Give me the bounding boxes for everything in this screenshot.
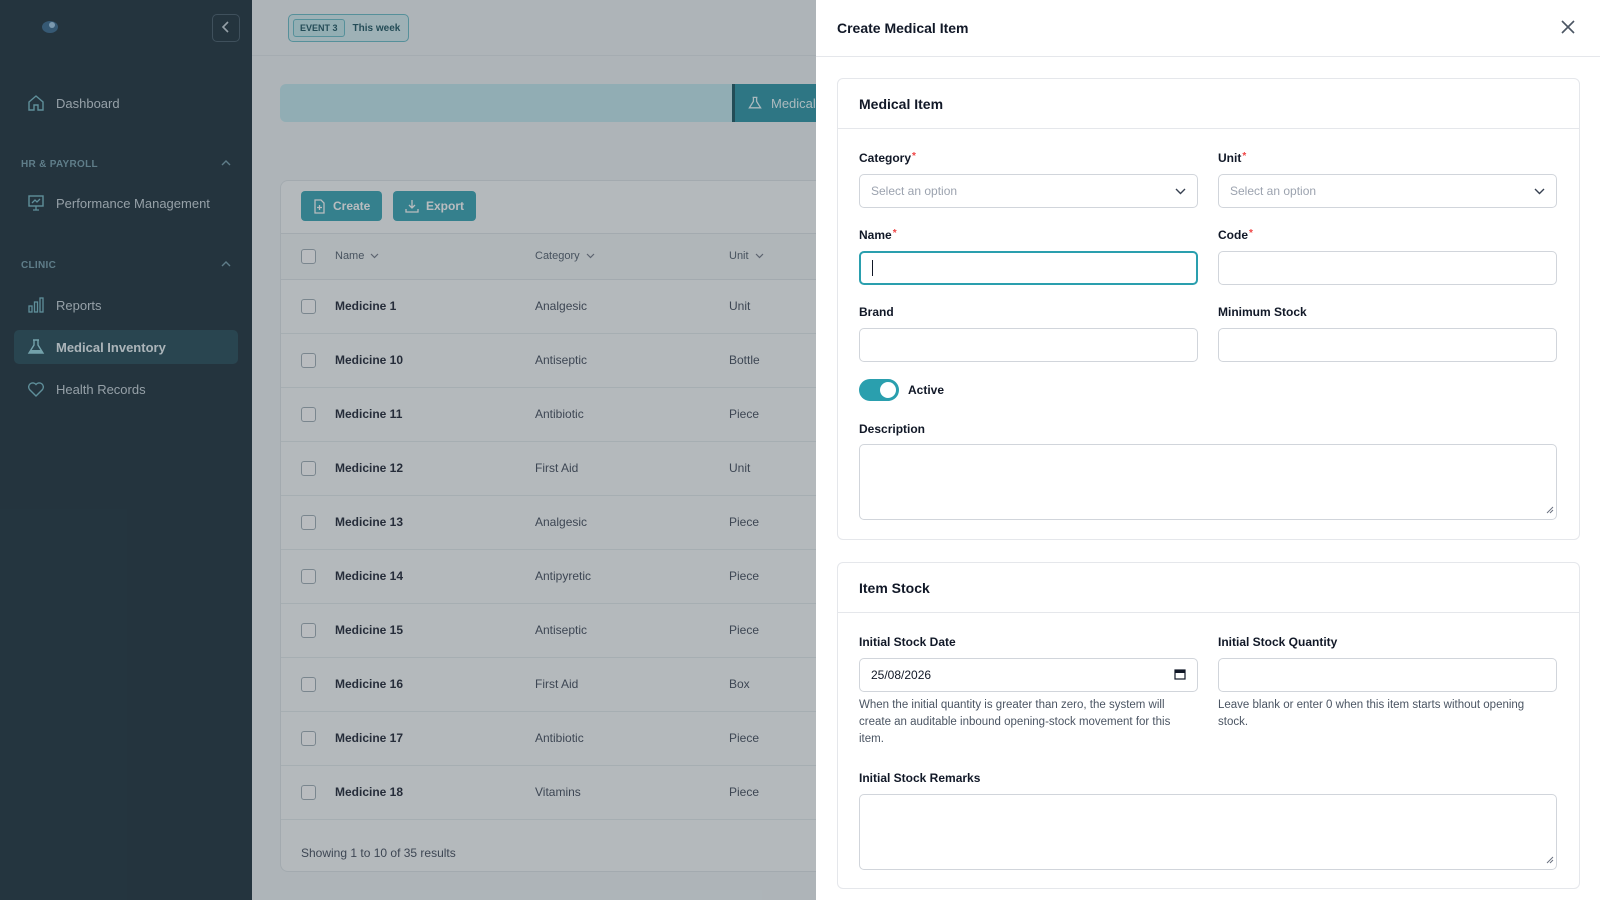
text-caret (872, 260, 873, 276)
date-value: 25/08/2026 (871, 668, 932, 682)
required-indicator: * (1242, 151, 1247, 162)
label-text: Name (859, 228, 892, 242)
initial-stock-remarks-label: Initial Stock Remarks (859, 771, 981, 785)
brand-input[interactable] (859, 328, 1198, 362)
unit-select[interactable]: Select an option (1218, 174, 1557, 208)
create-medical-item-drawer: Create Medical Item Medical Item Categor… (816, 0, 1600, 900)
name-label: Name* (859, 228, 897, 242)
description-textarea[interactable] (859, 444, 1557, 520)
minimum-stock-label: Minimum Stock (1218, 305, 1307, 319)
calendar-icon[interactable] (1174, 668, 1186, 683)
select-placeholder: Select an option (1230, 184, 1317, 198)
resize-handle-icon[interactable] (1546, 852, 1554, 867)
initial-stock-remarks-textarea[interactable] (859, 794, 1557, 870)
label-text: Unit (1218, 151, 1242, 165)
initial-stock-date-help: When the initial quantity is greater tha… (859, 699, 1171, 745)
medical-item-card: Medical Item Category* Select an option … (837, 78, 1580, 540)
chevron-down-icon (1534, 184, 1545, 198)
code-label: Code* (1218, 228, 1253, 242)
resize-handle-icon[interactable] (1546, 502, 1554, 517)
close-button[interactable] (1558, 18, 1578, 38)
initial-stock-quantity-label: Initial Stock Quantity (1218, 635, 1338, 649)
modal-backdrop[interactable] (0, 0, 816, 900)
drawer-title: Create Medical Item (837, 20, 969, 36)
section-title: Medical Item (838, 79, 1579, 129)
unit-label: Unit* (1218, 151, 1246, 165)
minimum-stock-input[interactable] (1218, 328, 1557, 362)
initial-stock-quantity-input[interactable] (1218, 658, 1557, 692)
section-title: Item Stock (838, 563, 1579, 613)
active-toggle[interactable] (859, 379, 899, 401)
close-icon (1561, 19, 1575, 37)
required-indicator: * (892, 228, 897, 239)
required-indicator: * (1249, 228, 1253, 239)
code-input[interactable] (1218, 251, 1557, 285)
description-label: Description (859, 422, 926, 436)
initial-stock-date-input[interactable]: 25/08/2026 (859, 658, 1198, 692)
active-label: Active (908, 383, 945, 397)
category-select[interactable]: Select an option (859, 174, 1198, 208)
initial-stock-quantity-help: Leave blank or enter 0 when this item st… (1218, 699, 1525, 728)
initial-stock-date-label: Initial Stock Date (859, 635, 956, 649)
chevron-down-icon (1175, 184, 1186, 198)
brand-label: Brand (859, 305, 894, 319)
label-text: Category (859, 151, 912, 165)
item-stock-card: Item Stock Initial Stock Date 25/08/2026… (837, 562, 1580, 889)
select-placeholder: Select an option (871, 184, 958, 198)
drawer-header: Create Medical Item (816, 0, 1600, 57)
label-text: Code (1218, 228, 1248, 242)
required-indicator: * (912, 151, 916, 162)
category-label: Category* (859, 151, 916, 165)
name-input[interactable] (859, 251, 1198, 285)
toggle-knob (880, 382, 896, 398)
